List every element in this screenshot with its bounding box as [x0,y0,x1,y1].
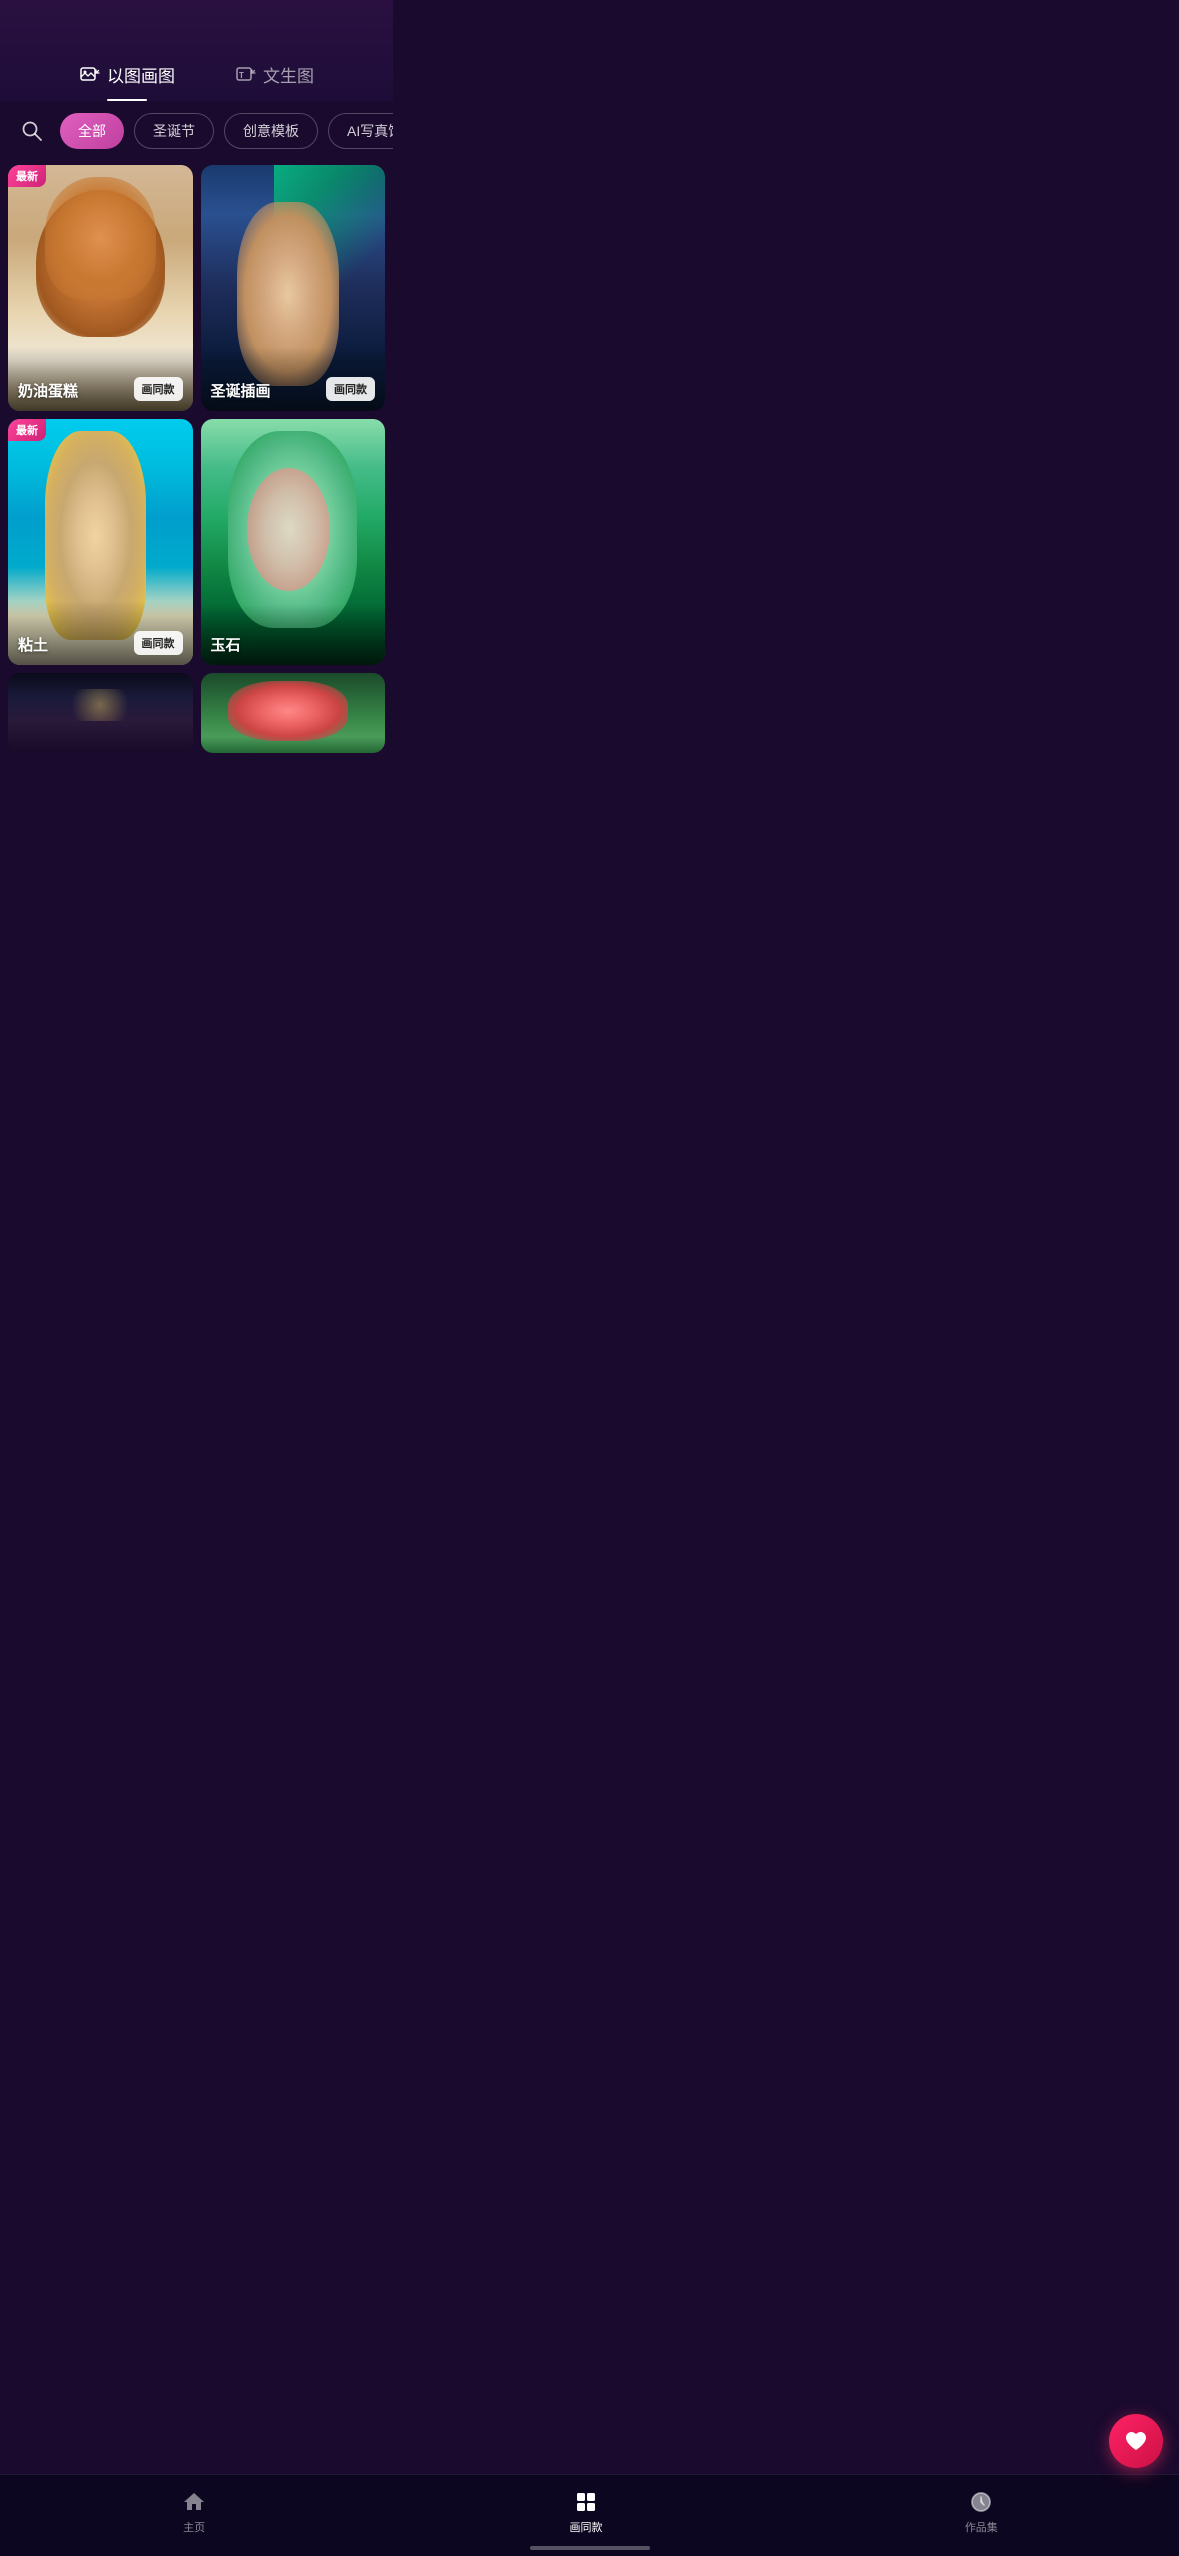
tab-image-to-image-label: 以图画图 [107,62,175,87]
grid-item-portrait[interactable]: 圣诞插画 画同款 [201,165,386,411]
badge-new-drink: 最新 [8,419,46,441]
filter-chip-christmas[interactable]: 圣诞节 [134,113,214,149]
item-title-jade: 玉石 [211,634,241,655]
nav-label-works: 作品集 [965,2519,998,2535]
home-indicator [530,2546,650,2550]
grid-item-tropical[interactable] [201,673,386,753]
top-tab-bar: 以图画图 T 文生图 [0,0,393,101]
tab-text-to-image-label: 文生图 [263,62,314,87]
tab-text-to-image[interactable]: T 文生图 [205,50,344,101]
item-label-portrait: 圣诞插画 画同款 [201,347,386,411]
filter-chip-creative[interactable]: 创意模板 [224,113,318,149]
badge-new-corgi: 最新 [8,165,46,187]
grid-item-bokeh[interactable] [8,673,193,753]
filter-chip-portrait[interactable]: AI写真馆 [328,113,393,149]
item-title-corgi: 奶油蛋糕 [18,380,78,401]
home-icon [181,2489,207,2515]
same-style-btn-corgi[interactable]: 画同款 [134,377,183,401]
grid-item-jade[interactable]: 玉石 [201,419,386,665]
item-title-portrait: 圣诞插画 [211,380,271,401]
tab-image-to-image[interactable]: 以图画图 [49,50,205,101]
same-style-btn-drink[interactable]: 画同款 [134,631,183,655]
bottom-nav: 主页 画同款 作品集 [0,2474,1179,2556]
nav-item-home[interactable]: 主页 [165,2485,223,2539]
filter-chip-all[interactable]: 全部 [60,113,124,149]
item-label-corgi: 奶油蛋糕 画同款 [8,347,193,411]
like-fab-button[interactable] [1109,2414,1163,2468]
same-style-btn-portrait[interactable]: 画同款 [326,377,375,401]
search-button[interactable] [14,113,50,149]
svg-text:T: T [239,71,244,80]
image-grid: 最新 奶油蛋糕 画同款 圣诞插画 画同款 最新 粘土 画同款 [0,161,393,761]
item-label-drink: 粘土 画同款 [8,601,193,665]
item-label-jade: 玉石 [201,604,386,665]
nav-item-same-style[interactable]: 画同款 [553,2485,618,2539]
grid-icon [573,2489,599,2515]
clock-icon [968,2489,994,2515]
grid-item-corgi[interactable]: 最新 奶油蛋糕 画同款 [8,165,193,411]
item-title-drink: 粘土 [18,634,48,655]
nav-label-same-style: 画同款 [569,2519,602,2535]
nav-item-works[interactable]: 作品集 [949,2485,1014,2539]
grid-item-drink-girl[interactable]: 最新 粘土 画同款 [8,419,193,665]
filter-bar: 全部 圣诞节 创意模板 AI写真馆 [0,101,393,161]
text-to-image-icon: T [235,64,257,86]
image-to-image-icon [79,64,101,86]
nav-label-home: 主页 [183,2519,205,2535]
